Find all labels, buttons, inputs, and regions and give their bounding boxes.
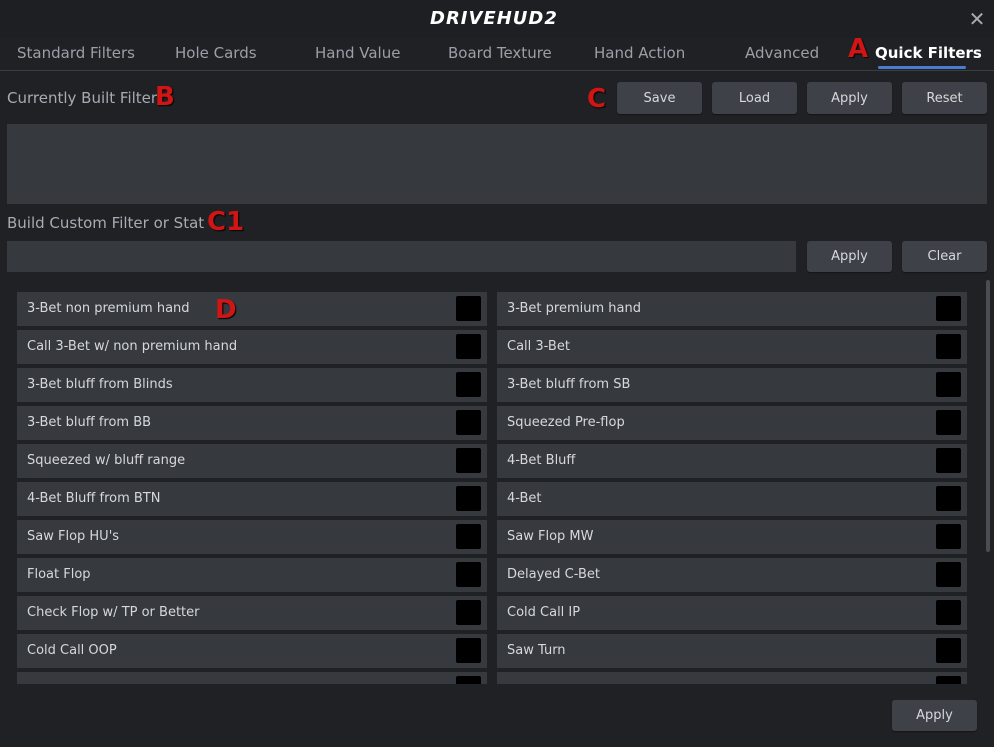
quick-filter-checkbox[interactable] [456,334,481,359]
quick-filter-checkbox[interactable] [456,448,481,473]
quick-filter-checkbox[interactable] [936,676,961,684]
quick-filter-checkbox[interactable] [456,296,481,321]
quick-filter-item[interactable]: Delayed C-Bet [497,558,967,592]
quick-filter-label: Squeezed w/ bluff range [27,453,186,468]
quick-filter-checkbox[interactable] [936,524,961,549]
quick-filter-checkbox[interactable] [456,486,481,511]
quick-filter-item[interactable]: 3-Bet bluff from Blinds [17,368,487,402]
quick-filter-item[interactable]: 3-Bet bluff from BB [17,406,487,440]
quick-filter-label: Call 3-Bet [507,339,570,354]
clear-button[interactable]: Clear [902,241,987,272]
quick-filter-label: 3-Bet premium hand [507,301,641,316]
quick-filter-label: 4-Bet Bluff from BTN [27,491,161,506]
tab-board-texture[interactable]: Board Texture [448,44,552,62]
quick-filter-label: Cold Call OOP [27,643,117,658]
custom-filter-input[interactable] [7,241,796,272]
quick-filter-label: 3-Bet bluff from SB [507,377,631,392]
quick-filter-label: 4-Bet [507,491,542,506]
quick-filter-item[interactable]: Call 3-Bet w/ non premium hand [17,330,487,364]
quick-filter-item[interactable]: Float Flop [17,558,487,592]
current-filter-display [7,124,987,204]
currently-built-filter-label: Currently Built Filter [7,89,158,107]
quick-filter-list: 3-Bet non premium hand Call 3-Bet w/ non … [17,292,967,684]
quick-filter-checkbox[interactable] [936,410,961,435]
tab-standard-filters[interactable]: Standard Filters [17,44,135,62]
quick-filter-label: 3-Bet bluff from Blinds [27,377,173,392]
quick-filter-checkbox[interactable] [456,600,481,625]
quick-filter-checkbox[interactable] [936,448,961,473]
quick-filter-checkbox[interactable] [936,486,961,511]
quick-filter-checkbox[interactable] [936,372,961,397]
quick-filter-label: 4-Bet Bluff [507,453,576,468]
tab-hand-action[interactable]: Hand Action [594,44,685,62]
close-icon[interactable]: ✕ [966,8,988,30]
quick-filter-checkbox[interactable] [456,410,481,435]
quick-filter-label: Saw Turn [507,643,566,658]
quick-filter-checkbox[interactable] [936,638,961,663]
logo-text: DRIVEHUD2 [430,8,558,29]
quick-filter-item[interactable]: 3-Bet bluff from SB [497,368,967,402]
scrollbar[interactable] [986,280,990,552]
quick-filter-label: Saw Flop HU's [27,529,120,544]
quick-filter-item[interactable]: 3-Bet non premium hand [17,292,487,326]
apply-filter-button[interactable]: Apply [807,82,892,114]
quick-filter-label: Squeezed Pre-flop [507,415,625,430]
quick-filter-label: 3-Bet bluff from BB [27,415,152,430]
quick-filter-item[interactable]: 4-Bet Bluff from BTN [17,482,487,516]
quick-filter-checkbox[interactable] [936,562,961,587]
quick-filter-label: 3-Bet non premium hand [27,301,190,316]
annotation-marker-a: A [848,34,869,64]
load-button[interactable]: Load [712,82,797,114]
quick-filter-checkbox[interactable] [456,524,481,549]
quick-filter-label: Call 3-Bet w/ non premium hand [27,339,238,354]
quick-filter-item[interactable]: Saw Flop MW [497,520,967,554]
build-custom-filter-label: Build Custom Filter or Stat [7,214,205,232]
quick-filter-item[interactable] [17,672,487,684]
quick-filter-label: Check Flop w/ TP or Better [27,605,200,620]
quick-filter-label: Cold Call IP [507,605,581,620]
tab-hand-value[interactable]: Hand Value [315,44,400,62]
annotation-marker-c1: C1 [207,207,245,237]
save-button[interactable]: Save [617,82,702,114]
quick-filter-item[interactable]: Squeezed Pre-flop [497,406,967,440]
title-bar: DRIVEHUD2 ✕ [0,0,994,38]
quick-filter-item[interactable] [497,672,967,684]
filter-tabs: Standard Filters Hole Cards Hand Value B… [0,38,994,71]
quick-filter-item[interactable]: Squeezed w/ bluff range [17,444,487,478]
quick-filter-checkbox[interactable] [456,676,481,684]
tab-quick-filters[interactable]: Quick Filters [875,44,982,62]
active-tab-indicator [878,66,966,69]
annotation-marker-b: B [155,82,175,112]
quick-filter-item[interactable]: Saw Turn [497,634,967,668]
quick-filter-checkbox[interactable] [456,638,481,663]
quick-filter-item[interactable]: 4-Bet [497,482,967,516]
quick-filter-checkbox[interactable] [936,600,961,625]
footer-apply-button[interactable]: Apply [892,700,977,731]
drivehud-logo: DRIVEHUD2 [430,8,570,30]
quick-filter-item[interactable]: 4-Bet Bluff [497,444,967,478]
tab-hole-cards[interactable]: Hole Cards [175,44,257,62]
quick-filter-checkbox[interactable] [936,296,961,321]
quick-filter-checkbox[interactable] [456,372,481,397]
annotation-marker-d: D [215,295,237,325]
annotation-marker-c: C [587,84,607,114]
quick-filter-item[interactable]: 3-Bet premium hand [497,292,967,326]
apply-custom-button[interactable]: Apply [807,241,892,272]
quick-filter-label: Delayed C-Bet [507,567,600,582]
quick-filter-item[interactable]: Saw Flop HU's [17,520,487,554]
tab-advanced[interactable]: Advanced [745,44,819,62]
quick-filter-label: Saw Flop MW [507,529,594,544]
quick-filter-checkbox[interactable] [456,562,481,587]
quick-filter-label: Float Flop [27,567,91,582]
reset-button[interactable]: Reset [902,82,987,114]
quick-filter-item[interactable]: Cold Call IP [497,596,967,630]
quick-filter-item[interactable]: Cold Call OOP [17,634,487,668]
quick-filter-checkbox[interactable] [936,334,961,359]
quick-filter-item[interactable]: Check Flop w/ TP or Better [17,596,487,630]
quick-filter-item[interactable]: Call 3-Bet [497,330,967,364]
